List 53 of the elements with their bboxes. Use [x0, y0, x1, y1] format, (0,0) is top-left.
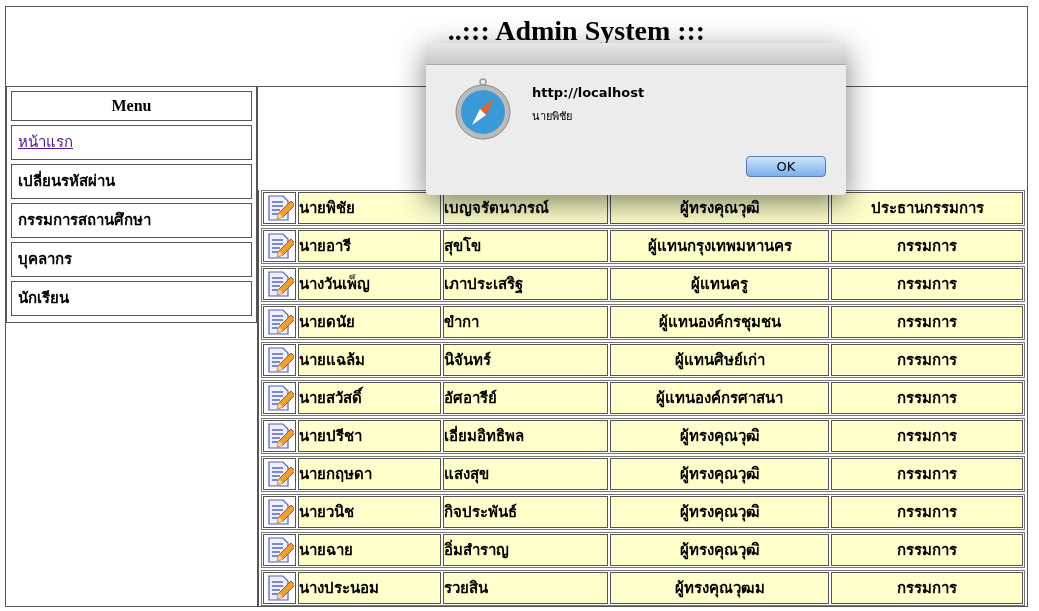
table-cell: ประธานกรรมการ: [831, 192, 1023, 224]
table-cell: ผู้แทนครู: [610, 268, 829, 300]
dialog-title: http://localhost: [532, 84, 646, 102]
table-cell: นางวันเพ็ญ: [298, 268, 441, 300]
table-cell: นายกฤษดา: [298, 458, 441, 490]
compass-icon: [454, 77, 512, 141]
table-cell: รวยสิน: [443, 572, 608, 604]
menu-item[interactable]: บุคลากร: [11, 242, 252, 277]
table-cell: กรรมการ: [831, 572, 1023, 604]
table-cell: นายดนัย: [298, 306, 441, 338]
table-cell: ผู้ทรงคุณวุฒิ: [610, 458, 829, 490]
table-cell: อัศอารีย์: [443, 382, 608, 414]
table-cell: นายอารี: [298, 230, 441, 262]
table-cell: กรรมการ: [831, 458, 1023, 490]
table-cell: ผู้แทนศิษย์เก่า: [610, 344, 829, 376]
table-cell: ผู้แทนองค์กรชุมชน: [610, 306, 829, 338]
menu-item[interactable]: เปลี่ยนรหัสผ่าน: [11, 164, 252, 199]
table-cell: นางประนอม: [298, 572, 441, 604]
table-cell: กรรมการ: [831, 306, 1023, 338]
ok-button[interactable]: OK: [746, 156, 826, 177]
table-cell: กรรมการ: [831, 534, 1023, 566]
dialog-message: นายพิชัย: [532, 108, 573, 125]
table-cell: กรรมการ: [831, 420, 1023, 452]
table-cell: ผู้ทรงคุณวุฒม: [610, 572, 829, 604]
table-cell: ผู้ทรงคุณวุฒิ: [610, 420, 829, 452]
menu-item[interactable]: กรรมการสถานศึกษา: [11, 203, 252, 238]
table-cell: ผู้แทนองค์กรศาสนา: [610, 382, 829, 414]
menu-link[interactable]: หน้าแรก: [18, 131, 73, 154]
table-cell: นายแฉล้ม: [298, 344, 441, 376]
table-cell: สุขโข: [443, 230, 608, 262]
table-cell: นายวนิช: [298, 496, 441, 528]
table-cell: กรรมการ: [831, 382, 1023, 414]
table-cell: นิจันทร์: [443, 344, 608, 376]
table-cell: นายพิชัย: [298, 192, 441, 224]
table-cell: เภาประเสริฐ: [443, 268, 608, 300]
table-cell: เอี่ยมอิทธิพล: [443, 420, 608, 452]
menu-item[interactable]: นักเรียน: [11, 281, 252, 316]
page-title: ..::: Admin System :::: [446, 15, 706, 47]
table-cell: นายปรีชา: [298, 420, 441, 452]
table-cell: กิจประพันธ์: [443, 496, 608, 528]
table-cell: นายฉาย: [298, 534, 441, 566]
table-cell: ขำกา: [443, 306, 608, 338]
table-cell: ผู้ทรงคุณวุฒิ: [610, 534, 829, 566]
table-cell: ผู้แทนกรุงเทพมหานคร: [610, 230, 829, 262]
table-cell: อิ่มสำราญ: [443, 534, 608, 566]
table-cell: กรรมการ: [831, 230, 1023, 262]
table-cell: กรรมการ: [831, 344, 1023, 376]
table-cell: นายสวัสดิ์: [298, 382, 441, 414]
table-cell: กรรมการ: [831, 496, 1023, 528]
table-cell: แสงสุข: [443, 458, 608, 490]
table-cell: กรรมการ: [831, 268, 1023, 300]
menu-header: Menu: [11, 91, 252, 121]
table-cell: ผู้ทรงคุณวุฒิ: [610, 496, 829, 528]
